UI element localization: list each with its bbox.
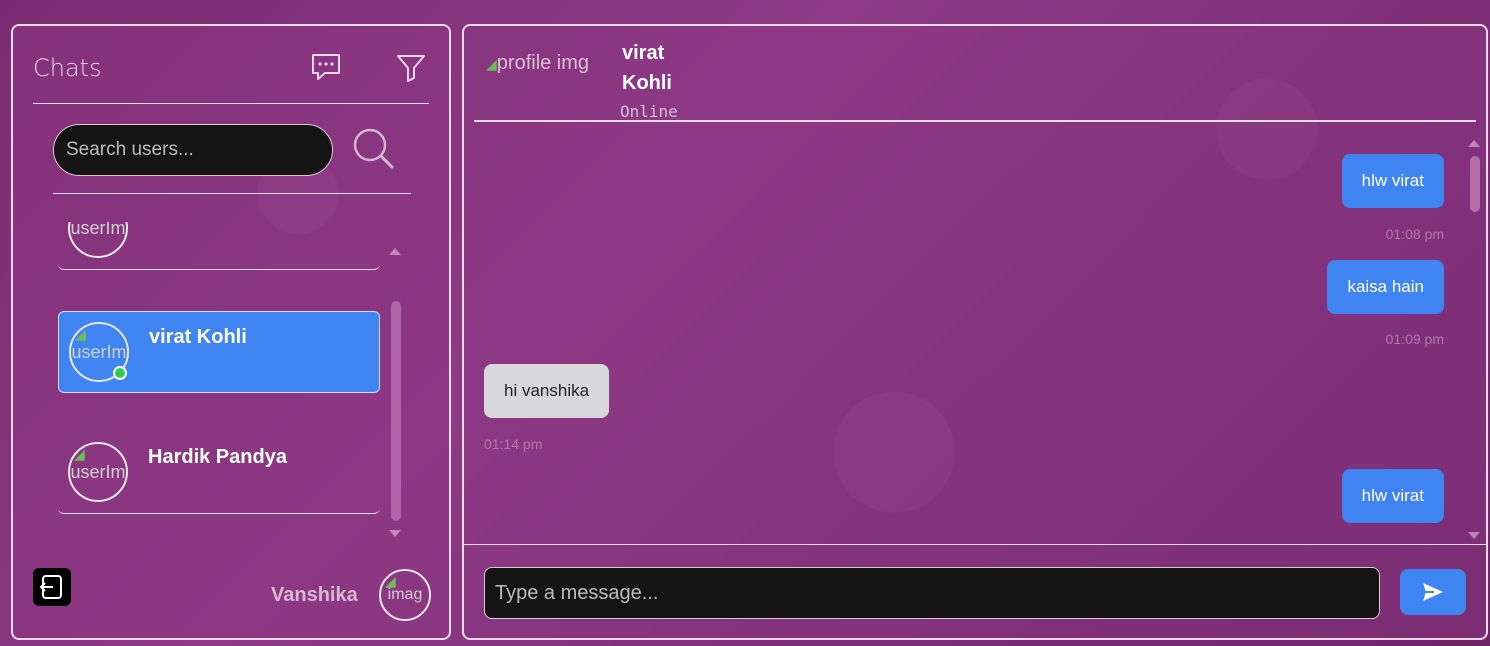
broken-image-icon: ◢ xyxy=(486,56,497,72)
chat-header: ◢profile img virat Kohli Online xyxy=(474,26,1476,122)
broken-image-icon: ◢ xyxy=(75,326,86,342)
broken-image-icon: ◢ xyxy=(74,446,85,462)
message-time: 01:14 pm xyxy=(484,436,543,452)
user-name: Hardik Pandya xyxy=(148,446,287,468)
chat-sidebar: Chats ◢ userIm ◢ userIm virat Kohli xyxy=(11,24,451,640)
peer-profile-image: ◢profile img xyxy=(486,52,590,74)
chat-bubble-icon[interactable] xyxy=(309,50,343,84)
user-list-item[interactable]: ◢ userIm Hardik Pandya xyxy=(58,432,380,514)
message-composer xyxy=(464,544,1486,638)
scroll-up-arrow[interactable] xyxy=(1468,140,1480,147)
user-list: ◢ userIm ◢ userIm virat Kohli ◢ userIm H… xyxy=(58,222,382,542)
search-input[interactable] xyxy=(53,124,333,176)
filter-icon[interactable] xyxy=(395,52,427,84)
send-icon[interactable] xyxy=(1400,569,1466,615)
online-indicator xyxy=(113,366,127,380)
scroll-down-arrow[interactable] xyxy=(1468,532,1480,539)
peer-status: Online xyxy=(620,102,678,121)
current-user-name: Vanshika xyxy=(271,584,358,606)
user-avatar: ◢ userIm xyxy=(68,222,128,258)
sidebar-title: Chats xyxy=(33,54,102,82)
message-bubble-sent[interactable]: hlw virat xyxy=(1341,469,1444,523)
message-scrollbar[interactable] xyxy=(1470,156,1480,212)
user-avatar: ◢ userIm xyxy=(68,442,128,502)
search-icon[interactable] xyxy=(351,126,395,170)
user-list-scrollbar[interactable] xyxy=(391,301,401,521)
message-bubble-sent[interactable]: kaisa hain xyxy=(1327,260,1444,314)
broken-image-icon: ◢ xyxy=(385,573,396,589)
message-time: 01:08 pm xyxy=(1385,226,1444,242)
message-list: hlw virat 01:08 pm kaisa hain 01:09 pm h… xyxy=(464,126,1486,544)
scroll-down-arrow[interactable] xyxy=(389,530,401,537)
chat-panel: ◢profile img virat Kohli Online hlw vira… xyxy=(462,24,1488,640)
message-bubble-received[interactable]: hi vanshika xyxy=(484,364,610,418)
search-bar xyxy=(53,122,411,194)
peer-first-name: virat xyxy=(622,42,665,64)
logout-icon[interactable] xyxy=(33,568,71,606)
user-list-item-active[interactable]: ◢ userIm virat Kohli xyxy=(58,311,380,393)
scroll-up-arrow[interactable] xyxy=(389,248,401,255)
sidebar-header: Chats xyxy=(33,44,429,104)
current-user-avatar[interactable]: ◢ imag xyxy=(379,569,431,621)
user-name: virat Kohli xyxy=(149,326,247,348)
message-input[interactable] xyxy=(484,567,1380,619)
user-list-item[interactable]: ◢ userIm xyxy=(58,222,380,270)
message-bubble-sent[interactable]: hlw virat xyxy=(1341,154,1444,208)
message-time: 01:09 pm xyxy=(1385,331,1444,347)
peer-last-name: Kohli xyxy=(622,72,672,94)
